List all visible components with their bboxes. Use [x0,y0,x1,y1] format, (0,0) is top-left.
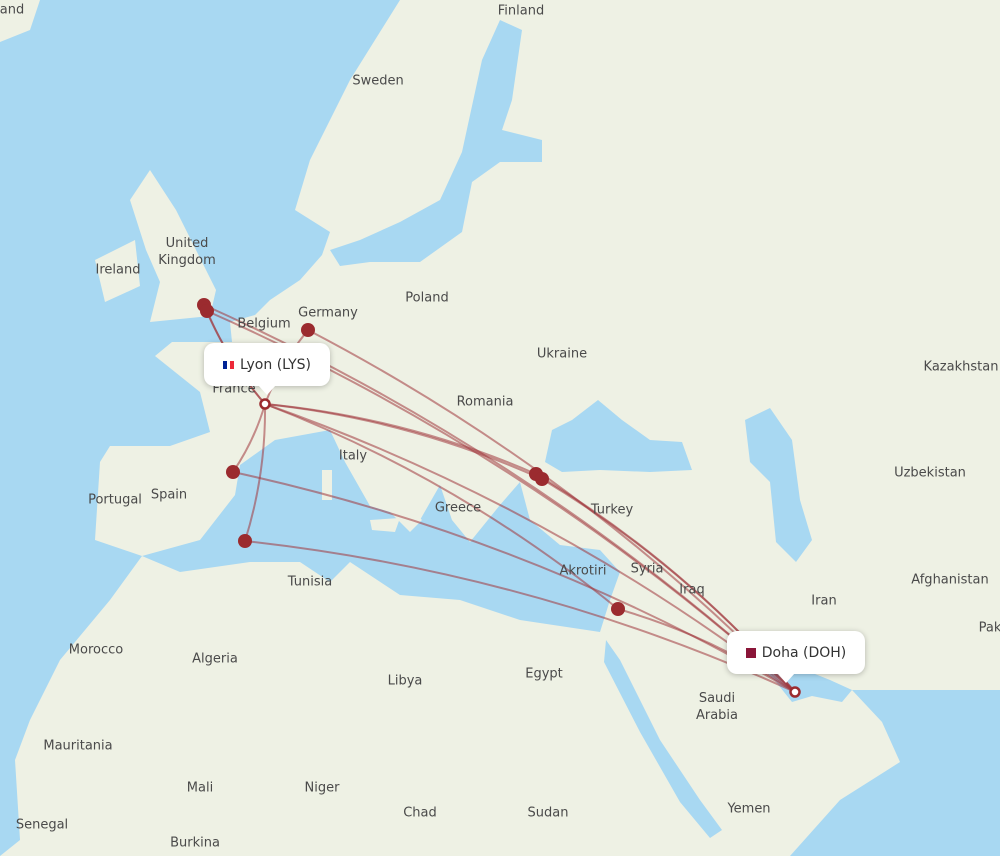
origin-label: Lyon (LYS) [240,356,311,373]
label-syria: Syria [630,561,664,577]
label-burkina: Burkina [170,835,220,851]
airport-marker[interactable] [535,472,549,486]
label-germany: Germany [298,305,358,321]
label-kazakhstan: Kazakhstan [923,359,999,375]
label-akrotiri: Akrotiri [559,563,607,579]
label-yemen: Yemen [727,801,771,817]
label-afghanistan: Afghanistan [911,572,989,588]
label-tunisia: Tunisia [287,574,333,590]
label-niger: Niger [304,780,340,796]
label-chad: Chad [403,805,437,821]
label-pakistan: Pak [978,620,1000,636]
label-mauritania: Mauritania [43,738,113,754]
airport-marker[interactable] [226,465,240,479]
label-ukraine: Ukraine [536,346,588,362]
label-spain: Spain [150,487,188,503]
land [0,0,1000,856]
label-united-kingdom: United Kingdom [158,236,216,268]
map[interactable] [0,0,1000,856]
label-algeria: Algeria [192,651,238,667]
qatar-flag-icon [745,647,756,658]
label-libya: Libya [387,673,423,689]
label-sweden: Sweden [352,73,404,89]
label-iraq: Iraq [679,582,705,598]
label-sudan: Sudan [527,805,569,821]
label-finland: Finland [497,3,545,19]
airport-marker[interactable] [200,304,214,318]
label-iceland: and [0,2,25,18]
destination-label: Doha (DOH) [761,644,847,661]
airport-marker[interactable] [611,602,625,616]
label-portugal: Portugal [88,492,142,508]
label-saudi-arabia: Saudi Arabia [695,691,739,723]
origin-callout[interactable]: Lyon (LYS) [204,343,330,395]
label-italy: Italy [338,448,368,464]
france-flag-icon [223,360,235,369]
airport-marker[interactable] [301,323,315,337]
label-greece: Greece [434,500,482,516]
label-morocco: Morocco [68,642,124,658]
label-mali: Mali [186,780,214,796]
label-egypt: Egypt [525,666,563,682]
label-iran: Iran [811,593,837,609]
label-romania: Romania [456,394,514,410]
sicily [370,518,400,532]
label-poland: Poland [405,290,449,306]
airport-marker[interactable] [238,534,252,548]
label-ireland: Ireland [95,262,141,278]
origin-marker[interactable] [259,398,271,410]
label-turkey: Turkey [590,502,634,518]
label-senegal: Senegal [15,817,69,833]
label-uzbekistan: Uzbekistan [894,465,966,481]
destination-callout[interactable]: Doha (DOH) [727,631,865,683]
label-belgium: Belgium [237,316,291,332]
destination-marker[interactable] [789,686,801,698]
